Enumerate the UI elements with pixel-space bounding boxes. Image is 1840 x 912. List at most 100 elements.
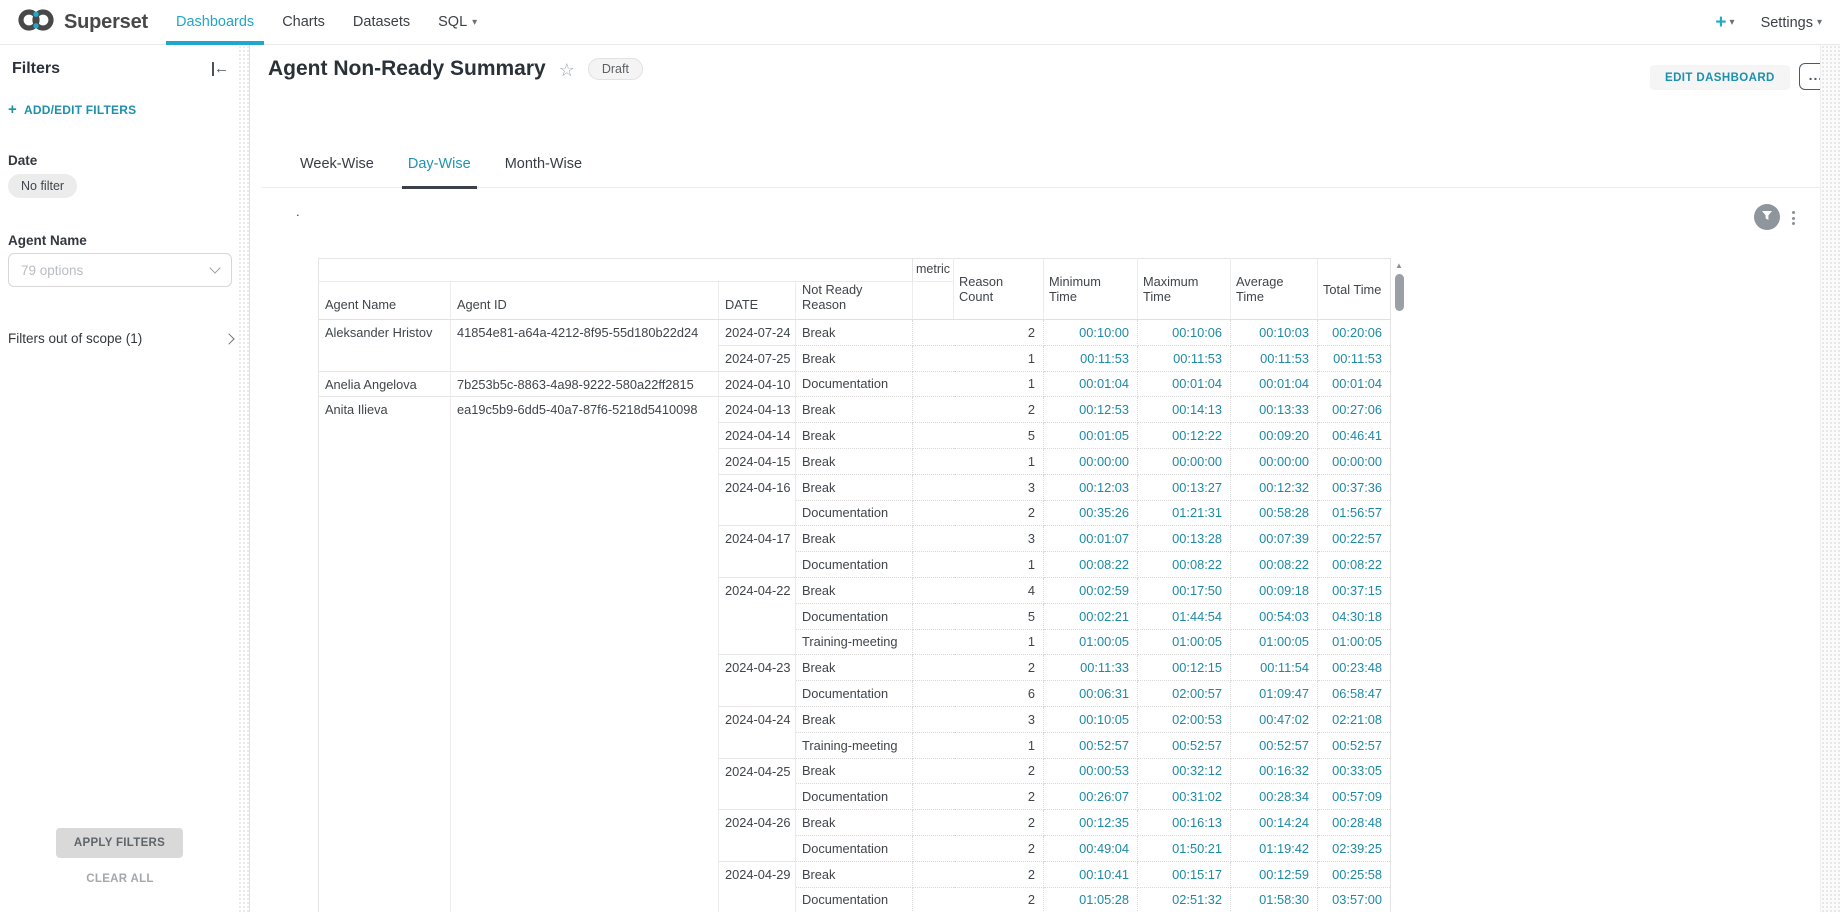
filter-funnel-icon (1761, 208, 1773, 226)
col-header-average-time[interactable]: Average Time (1231, 259, 1318, 320)
filters-out-of-scope[interactable]: Filters out of scope (1) (8, 331, 236, 346)
cell-not-ready-reason: Break (796, 423, 913, 449)
tab-week-wise[interactable]: Week-Wise (294, 141, 380, 188)
cell-maximum-time: 00:32:12 (1138, 758, 1231, 784)
nav-menu: Dashboards Charts Datasets SQL ▾ (162, 0, 491, 45)
cell-date: 2024-04-17 (719, 526, 796, 578)
cell-not-ready-reason: Documentation (796, 887, 913, 912)
add-edit-filters-link[interactable]: + ADD/EDIT FILTERS (8, 101, 136, 118)
cell-maximum-time: 00:15:17 (1138, 861, 1231, 887)
cell-minimum-time: 00:02:21 (1044, 603, 1138, 629)
infinity-logo-icon (16, 7, 56, 38)
collapse-sidebar-button[interactable]: ← (212, 60, 229, 77)
col-header-agent-id[interactable]: Agent ID (451, 282, 719, 320)
cell-reason-count: 3 (913, 526, 1044, 552)
tab-month-wise[interactable]: Month-Wise (499, 141, 588, 188)
cell-maximum-time: 00:52:57 (1138, 732, 1231, 758)
cell-minimum-time: 00:01:07 (1044, 526, 1138, 552)
cell-reason-count: 3 (913, 474, 1044, 500)
nav-item-dashboards[interactable]: Dashboards (162, 0, 268, 45)
col-header-date[interactable]: DATE (719, 282, 796, 320)
cell-total-time: 00:22:57 (1318, 526, 1391, 552)
cell-not-ready-reason: Break (796, 706, 913, 732)
cell-average-time: 00:52:57 (1231, 732, 1318, 758)
table-body: Aleksander Hristov41854e81-a64a-4212-8f9… (319, 320, 1391, 912)
cell-not-ready-reason: Training-meeting (796, 629, 913, 655)
cell-not-ready-reason: Documentation (796, 681, 913, 707)
settings-menu[interactable]: Settings ▾ (1761, 15, 1822, 31)
cell-minimum-time: 00:52:57 (1044, 732, 1138, 758)
cell-not-ready-reason: Documentation (796, 603, 913, 629)
cell-reason-count: 1 (913, 345, 1044, 371)
col-header-maximum-time[interactable]: Maximum Time (1138, 259, 1231, 320)
cell-total-time: 00:23:48 (1318, 655, 1391, 681)
header-metric-group: metric (913, 259, 954, 282)
tab-day-wise[interactable]: Day-Wise (402, 141, 477, 188)
page-scrollbar[interactable] (1820, 45, 1840, 912)
table-scrollbar[interactable]: ▲ (1393, 258, 1407, 912)
nav-item-charts[interactable]: Charts (268, 0, 339, 45)
col-header-not-ready-reason[interactable]: Not Ready Reason (796, 282, 913, 320)
col-header-reason-count[interactable]: Reason Count (954, 259, 1044, 320)
cell-reason-count: 3 (913, 706, 1044, 732)
cell-maximum-time: 00:13:28 (1138, 526, 1231, 552)
col-header-total-time[interactable]: Total Time (1318, 259, 1391, 320)
cell-reason-count: 5 (913, 603, 1044, 629)
cell-minimum-time: 00:11:33 (1044, 655, 1138, 681)
cell-total-time: 00:52:57 (1318, 732, 1391, 758)
agent-name-filter-label: Agent Name (8, 233, 87, 248)
chart-kebab-menu[interactable] (1786, 206, 1800, 230)
cell-total-time: 04:30:18 (1318, 603, 1391, 629)
scrollbar-thumb[interactable] (1395, 274, 1404, 311)
cell-not-ready-reason: Break (796, 474, 913, 500)
cell-reason-count: 4 (913, 577, 1044, 603)
cell-reason-count: 2 (913, 500, 1044, 526)
select-placeholder: 79 options (21, 263, 83, 278)
chevron-right-icon (223, 333, 234, 344)
nav-item-datasets[interactable]: Datasets (339, 0, 424, 45)
cell-average-time: 00:11:53 (1231, 345, 1318, 371)
page-title: Agent Non-Ready Summary (268, 57, 546, 81)
page-root: Superset Dashboards Charts Datasets SQL … (0, 0, 1840, 912)
top-nav: Superset Dashboards Charts Datasets SQL … (0, 0, 1840, 45)
pivot-table: metric Reason Count Minimum Time Maximum… (318, 258, 1391, 912)
table-row: Anelia Angelova7b253b5c-8863-4a98-9222-5… (319, 371, 1391, 397)
cell-average-time: 00:10:03 (1231, 320, 1318, 346)
superset-logo[interactable]: Superset (16, 7, 148, 38)
date-filter-value-pill[interactable]: No filter (8, 174, 77, 198)
date-filter-label: Date (8, 153, 37, 168)
sidebar-scrollbar[interactable] (238, 45, 249, 912)
cell-date: 2024-04-14 (719, 423, 796, 449)
cell-not-ready-reason: Break (796, 397, 913, 423)
cell-total-time: 00:11:53 (1318, 345, 1391, 371)
cell-maximum-time: 00:01:04 (1138, 371, 1231, 397)
cell-average-time: 00:12:59 (1231, 861, 1318, 887)
col-header-minimum-time[interactable]: Minimum Time (1044, 259, 1138, 320)
edit-dashboard-button[interactable]: EDIT DASHBOARD (1650, 65, 1790, 90)
cell-reason-count: 1 (913, 629, 1044, 655)
cell-average-time: 00:47:02 (1231, 706, 1318, 732)
cell-reason-count: 2 (913, 320, 1044, 346)
cell-minimum-time: 01:00:05 (1044, 629, 1138, 655)
cell-maximum-time: 00:14:13 (1138, 397, 1231, 423)
caret-down-icon: ▾ (1730, 17, 1735, 28)
cell-average-time: 00:13:33 (1231, 397, 1318, 423)
nav-item-sql[interactable]: SQL ▾ (424, 0, 491, 45)
applied-filter-badge[interactable] (1754, 204, 1780, 230)
agent-name-select[interactable]: 79 options (8, 253, 232, 287)
new-item-button[interactable]: + ▾ (1715, 13, 1734, 32)
col-header-agent-name[interactable]: Agent Name (319, 282, 451, 320)
cell-total-time: 00:20:06 (1318, 320, 1391, 346)
cell-reason-count: 2 (913, 835, 1044, 861)
cell-average-time: 00:01:04 (1231, 371, 1318, 397)
cell-total-time: 00:37:36 (1318, 474, 1391, 500)
favorite-star-icon[interactable]: ☆ (559, 60, 575, 81)
cell-date: 2024-04-24 (719, 706, 796, 758)
clear-all-button[interactable]: CLEAR ALL (0, 873, 240, 885)
header-spacer (913, 282, 954, 320)
cell-total-time: 02:21:08 (1318, 706, 1391, 732)
cell-agent-name: Anita Ilieva (319, 397, 451, 912)
apply-filters-button[interactable]: APPLY FILTERS (56, 828, 183, 858)
cell-maximum-time: 00:12:22 (1138, 423, 1231, 449)
cell-total-time: 06:58:47 (1318, 681, 1391, 707)
